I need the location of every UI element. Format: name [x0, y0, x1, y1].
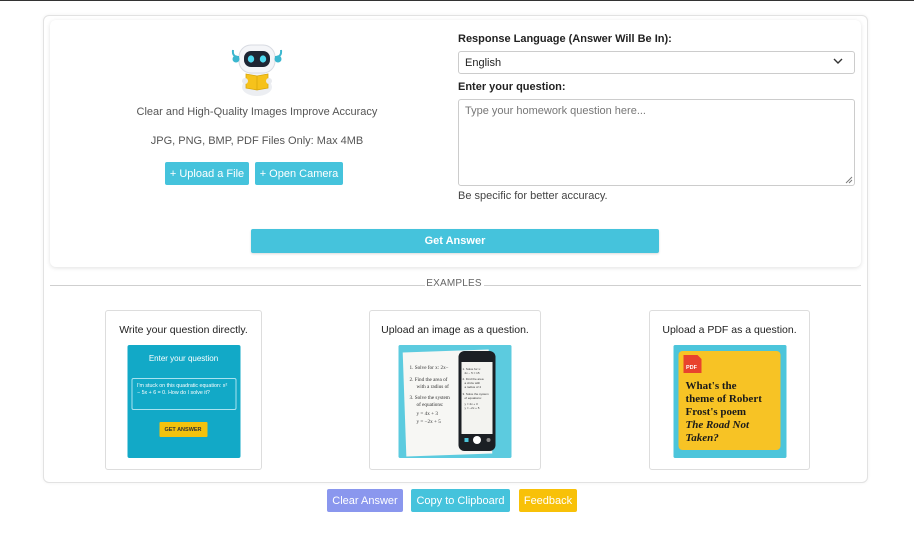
examples-heading: EXAMPLES	[426, 278, 482, 289]
paper-line: y = −2x + 5	[417, 419, 442, 425]
paper-line: y = 4x + 3	[417, 411, 439, 417]
phone-line: a radius of 4	[465, 385, 482, 389]
file-format-hint: JPG, PNG, BMP, PDF Files Only: Max 4MB	[150, 135, 364, 147]
example-card-title: Upload a PDF as a question.	[662, 324, 797, 336]
question-input[interactable]: Type your homework question here...	[458, 99, 855, 186]
text-question-thumbnail: Enter your question I'm stuck on this qu…	[127, 345, 240, 458]
question-placeholder: Type your homework question here...	[465, 105, 646, 117]
language-label: Response Language (Answer Will Be In):	[458, 33, 672, 45]
pdf-file-icon: PDF	[683, 355, 701, 373]
pdf-line: What's the	[685, 380, 736, 392]
pdf-line: Frost's poem	[685, 406, 746, 418]
accuracy-hint: Be specific for better accuracy.	[458, 190, 608, 202]
clear-answer-button[interactable]: Clear Answer	[327, 489, 403, 512]
language-select-value: English	[465, 57, 502, 69]
example-card-text[interactable]: Write your question directly. Enter your…	[105, 310, 262, 470]
open-camera-button[interactable]: + Open Camera	[255, 162, 343, 185]
language-select[interactable]: English	[458, 51, 855, 74]
image-quality-hint: Clear and High-Quality Images Improve Ac…	[136, 106, 378, 118]
phone-line: y = −2x + 5	[465, 406, 480, 410]
example-card-title: Write your question directly.	[119, 324, 248, 336]
paper-line: 3. Solve the system	[410, 395, 450, 401]
paper-line: 2. Find the area of	[410, 376, 448, 383]
question-label: Enter your question:	[458, 81, 566, 93]
paper-line: 1. Solve for x: 2x−	[410, 364, 449, 371]
phone-photo-illustration: 1. Solve for x: 2x− 2. Find the area of …	[398, 345, 512, 458]
get-answer-button[interactable]: Get Answer	[251, 229, 659, 253]
thumb-heading: Enter your question	[148, 354, 219, 363]
resize-grip-icon[interactable]	[845, 176, 853, 184]
homework-helper-panel: Clear and High-Quality Images Improve Ac…	[43, 15, 868, 483]
thumb-get-answer-button: GET ANSWER	[159, 422, 207, 437]
pdf-line: theme of Robert	[685, 393, 762, 405]
thumb-question-text: I'm stuck on this quadratic equation: x²…	[131, 378, 236, 410]
examples-divider-right	[484, 285, 861, 286]
example-card-pdf[interactable]: Upload a PDF as a question. PDF What's t…	[649, 310, 810, 470]
example-card-image[interactable]: Upload an image as a question. 1. Solve …	[369, 310, 541, 470]
top-border	[0, 0, 914, 1]
feedback-button[interactable]: Feedback	[519, 489, 577, 512]
example-card-title: Upload an image as a question.	[381, 324, 529, 336]
pdf-badge: PDF	[686, 365, 698, 371]
phone-line: of equations:	[465, 396, 482, 400]
chevron-down-icon	[833, 58, 843, 64]
paper-line: with a radius of	[417, 383, 450, 390]
upload-file-button[interactable]: + Upload a File	[165, 162, 249, 185]
question-form-card: Clear and High-Quality Images Improve Ac…	[50, 20, 861, 267]
pdf-question-thumbnail: PDF What's the theme of Robert Frost's p…	[673, 345, 786, 458]
phone-line: 2x − 5 = 15	[465, 371, 480, 375]
robot-mascot-icon	[231, 44, 283, 96]
pdf-line: Taken?	[685, 432, 719, 444]
pdf-illustration: PDF What's the theme of Robert Frost's p…	[673, 345, 786, 458]
image-question-thumbnail: 1. Solve for x: 2x− 2. Find the area of …	[398, 345, 512, 458]
examples-divider-left	[50, 285, 425, 286]
copy-to-clipboard-button[interactable]: Copy to Clipboard	[411, 489, 510, 512]
pdf-line: The Road Not	[685, 419, 750, 431]
paper-line: of equations:	[417, 401, 444, 408]
